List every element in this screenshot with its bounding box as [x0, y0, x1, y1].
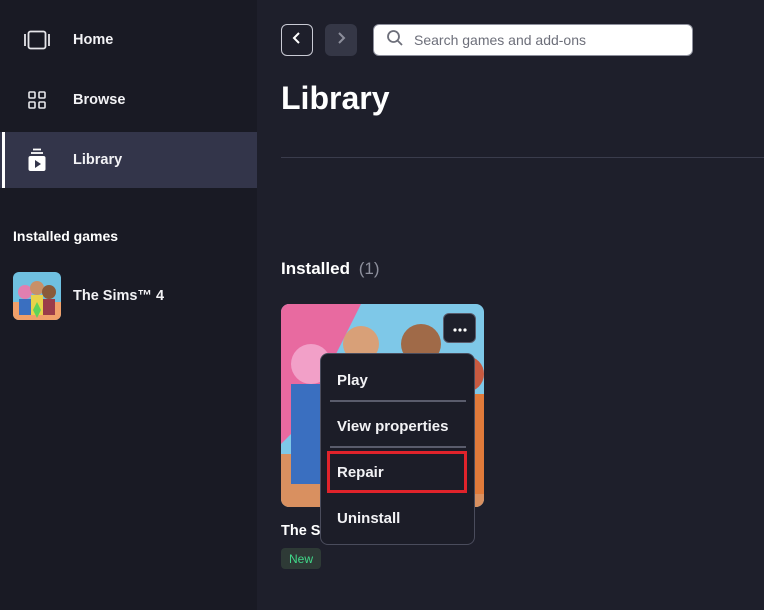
menu-item-uninstall[interactable]: Uninstall: [321, 496, 473, 540]
divider: [281, 157, 764, 158]
sidebar: Home Browse Library Installed games The …: [0, 0, 257, 610]
sidebar-item-library[interactable]: Library: [0, 132, 257, 188]
ellipsis-icon: [452, 319, 467, 337]
more-options-button[interactable]: [443, 313, 476, 343]
repair-highlight-box: [327, 451, 467, 493]
installed-label: Installed: [281, 259, 350, 278]
library-icon: [24, 147, 50, 173]
installed-count: (1): [358, 259, 380, 278]
home-icon: [24, 27, 50, 53]
back-button[interactable]: [281, 24, 313, 56]
installed-game-label: The Sims™ 4: [73, 288, 165, 304]
search-icon: [386, 29, 404, 52]
search-box[interactable]: [373, 24, 693, 56]
sidebar-item-label: Browse: [73, 92, 126, 108]
new-badge: New: [281, 548, 322, 569]
chevron-right-icon: [336, 31, 346, 50]
search-input[interactable]: [414, 32, 674, 48]
menu-divider: [330, 446, 466, 448]
forward-button[interactable]: [325, 24, 357, 56]
game-thumbnail: [13, 272, 61, 320]
sidebar-item-label: Home: [73, 32, 114, 48]
game-card-title: The S: [281, 523, 321, 539]
chevron-left-icon: [292, 31, 302, 50]
menu-item-play[interactable]: Play: [321, 358, 473, 402]
installed-section-heading: Installed (1): [281, 259, 379, 279]
context-menu: Play View properties Repair Uninstall: [320, 353, 475, 545]
installed-game-sims4[interactable]: The Sims™ 4: [13, 272, 253, 320]
menu-divider: [330, 400, 466, 402]
grid-icon: [24, 87, 50, 113]
page-title: Library: [281, 80, 390, 116]
menu-item-view-properties[interactable]: View properties: [321, 404, 473, 448]
installed-games-heading: Installed games: [13, 228, 119, 244]
sidebar-item-browse[interactable]: Browse: [0, 72, 257, 128]
sidebar-item-label: Library: [73, 152, 123, 168]
sidebar-item-home[interactable]: Home: [0, 12, 257, 68]
